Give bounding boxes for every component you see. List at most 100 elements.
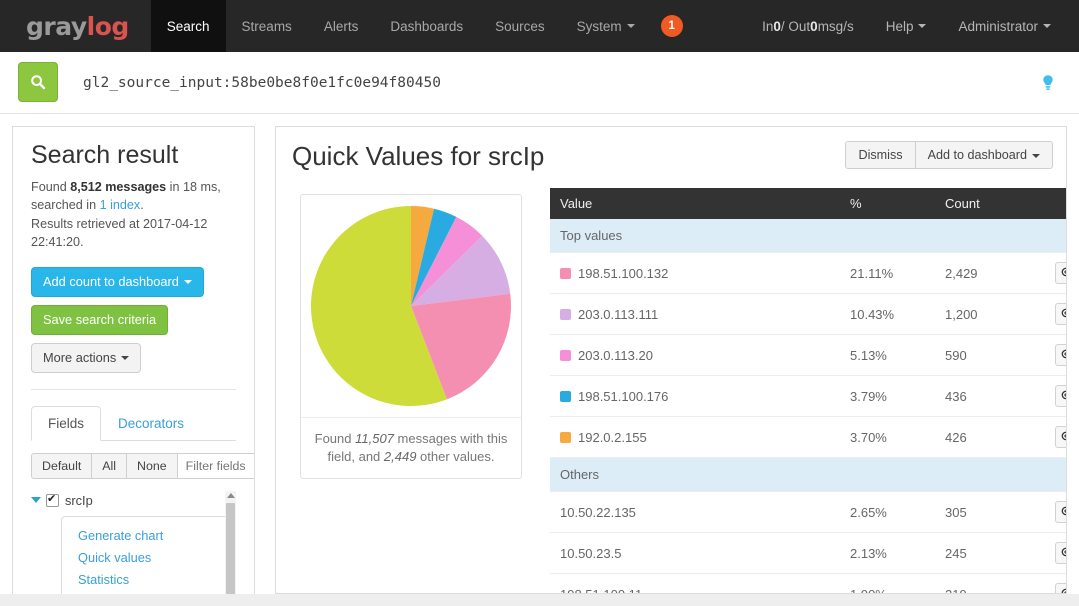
pie-chart[interactable]	[308, 203, 514, 409]
table-section-row: Top values	[550, 219, 1067, 253]
dismiss-button[interactable]: Dismiss	[845, 141, 915, 169]
filter-fields-input[interactable]	[177, 453, 255, 479]
tab-fields[interactable]: Fields	[31, 406, 101, 441]
table-row[interactable]: 198.51.100.1763.79%436	[550, 376, 1067, 417]
cell-value: 198.51.100.176	[550, 376, 840, 417]
nav-item-label: Dashboards	[390, 19, 463, 34]
column-header-value[interactable]: Value	[550, 188, 840, 219]
search-input[interactable]	[58, 62, 1033, 104]
table-row[interactable]: 198.51.100.13221.11%2,429	[550, 253, 1067, 294]
tab-label: Fields	[48, 416, 84, 431]
value-text: 198.51.100.11	[560, 587, 642, 595]
chevron-down-icon	[918, 24, 926, 28]
cell-count: 1,200	[935, 294, 1045, 335]
found-prefix: Found	[31, 180, 70, 194]
magnifier-plus-icon[interactable]	[1055, 344, 1067, 366]
table-row[interactable]: 192.0.2.1553.70%426	[550, 417, 1067, 458]
searched-prefix: searched in	[31, 198, 100, 212]
retrieved-timestamp: Results retrieved at 2017-04-12 22:41:20…	[31, 217, 207, 249]
help-label: Help	[886, 19, 914, 34]
search-hint-button[interactable]	[1033, 62, 1063, 104]
add-to-dashboard-button[interactable]: Add to dashboard	[915, 141, 1053, 169]
add-count-to-dashboard-button[interactable]: Add count to dashboard	[31, 267, 204, 297]
cell-percent: 5.13%	[840, 335, 935, 376]
table-body: Top values198.51.100.13221.11%2,429203.0…	[550, 219, 1067, 594]
nav-item-search[interactable]: Search	[151, 0, 226, 52]
value-text: 192.0.2.155	[578, 430, 647, 445]
quick-values-panel: Quick Values for srcIp Dismiss Add to da…	[275, 126, 1067, 594]
value-color-swatch	[560, 432, 571, 443]
nav-item-sources[interactable]: Sources	[479, 0, 561, 52]
column-header-actions	[1045, 188, 1067, 219]
button-label: More actions	[43, 351, 116, 365]
nav-item-label: Streams	[242, 19, 292, 34]
value-text: 10.50.23.5	[560, 546, 621, 561]
cell-action	[1045, 253, 1067, 294]
table-row[interactable]: 10.50.23.52.13%245	[550, 533, 1067, 574]
fields-all-button[interactable]: All	[91, 453, 127, 479]
quick-values-body: Found 11,507 messages with this field, a…	[276, 178, 1066, 594]
index-link[interactable]: 1 index	[100, 198, 141, 212]
column-header-percent[interactable]: %	[840, 188, 935, 219]
table-row[interactable]: 198.51.100.111.90%219	[550, 574, 1067, 595]
cell-percent: 21.11%	[840, 253, 935, 294]
field-actions-menu: Generate chart Quick values Statistics W…	[61, 516, 236, 606]
field-list-scrollbar[interactable]	[225, 491, 236, 606]
magnifier-plus-icon[interactable]	[1055, 501, 1067, 523]
graylog-logo[interactable]: graylog	[0, 0, 151, 52]
button-label: Save search criteria	[43, 313, 156, 327]
field-list-scroll-thumb[interactable]	[226, 503, 235, 606]
table-section-label: Others	[550, 458, 1067, 492]
quick-values-header: Quick Values for srcIp Dismiss Add to da…	[276, 127, 1066, 178]
cell-value: 203.0.113.20	[550, 335, 840, 376]
search-submit-button[interactable]	[18, 62, 58, 102]
column-header-count[interactable]: Count	[935, 188, 1045, 219]
statistics-link[interactable]: Statistics	[78, 569, 236, 591]
value-color-swatch	[560, 350, 571, 361]
cell-percent: 3.79%	[840, 376, 935, 417]
throughput-in-value: 0	[773, 19, 781, 34]
nav-item-label: Alerts	[324, 19, 359, 34]
save-search-criteria-button[interactable]: Save search criteria	[31, 305, 168, 335]
nav-item-dashboards[interactable]: Dashboards	[374, 0, 479, 52]
throughput-mid: / Out	[781, 19, 810, 34]
button-label: Add count to dashboard	[43, 275, 179, 289]
magnifier-plus-icon[interactable]	[1055, 303, 1067, 325]
generate-chart-link[interactable]: Generate chart	[78, 525, 236, 547]
fields-default-button[interactable]: Default	[31, 453, 92, 479]
table-row[interactable]: 203.0.113.11110.43%1,200	[550, 294, 1067, 335]
control-label: None	[137, 459, 167, 473]
tab-label: Decorators	[118, 416, 184, 431]
chevron-down-icon[interactable]	[31, 497, 41, 503]
more-actions-button[interactable]: More actions	[31, 343, 141, 373]
magnifier-plus-icon[interactable]	[1055, 542, 1067, 564]
nav-item-user-menu[interactable]: Administrator	[942, 0, 1067, 52]
cell-count: 590	[935, 335, 1045, 376]
magnifier-plus-icon[interactable]	[1055, 583, 1067, 594]
cell-action	[1045, 294, 1067, 335]
nav-item-label: Sources	[495, 19, 545, 34]
field-row-srcip[interactable]: srcIp	[31, 491, 236, 510]
nav-item-alerts[interactable]: Alerts	[308, 0, 375, 52]
field-checkbox[interactable]	[46, 494, 59, 507]
nav-item-help[interactable]: Help	[870, 0, 943, 52]
magnifier-plus-icon[interactable]	[1055, 262, 1067, 284]
fields-none-button[interactable]: None	[126, 453, 178, 479]
notification-badge[interactable]: 1	[661, 15, 683, 37]
magnifier-plus-icon[interactable]	[1055, 426, 1067, 448]
brand-text: graylog	[26, 12, 129, 41]
quick-values-link[interactable]: Quick values	[78, 547, 236, 569]
table-row[interactable]: 203.0.113.205.13%590	[550, 335, 1067, 376]
tab-decorators[interactable]: Decorators	[101, 406, 201, 441]
cell-action	[1045, 417, 1067, 458]
elapsed-time: in 18 ms,	[166, 180, 221, 194]
nav-item-system[interactable]: System	[561, 0, 651, 52]
magnifier-plus-icon[interactable]	[1055, 385, 1067, 407]
table-row[interactable]: 10.50.22.1352.65%305	[550, 492, 1067, 533]
nav-item-streams[interactable]: Streams	[226, 0, 308, 52]
cell-value: 192.0.2.155	[550, 417, 840, 458]
caption-messages-count: 11,507	[355, 431, 394, 446]
scroll-up-icon[interactable]	[227, 493, 235, 498]
brand-log-text: log	[87, 12, 129, 41]
table-section-label: Top values	[550, 219, 1067, 253]
